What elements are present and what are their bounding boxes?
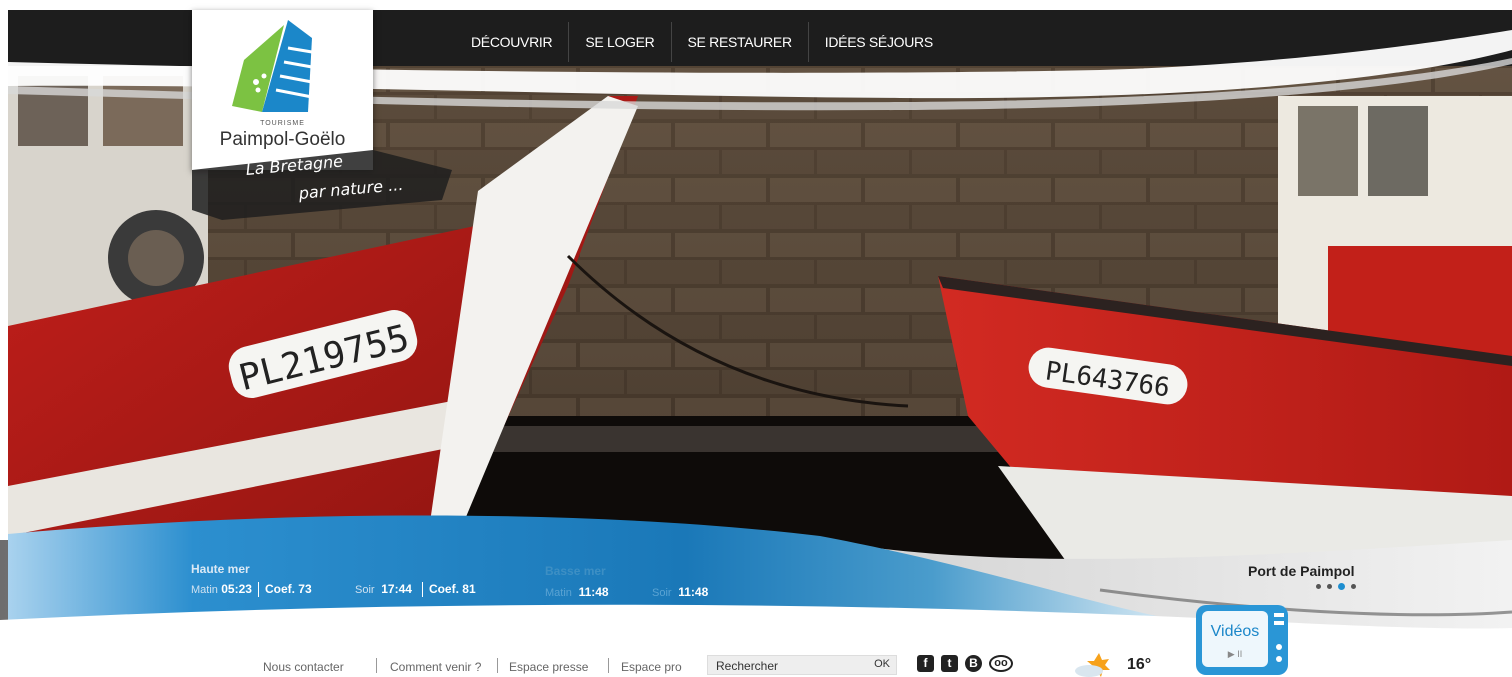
high-tide-evening-time: 17:44 [381,582,412,596]
search-input[interactable] [714,658,868,674]
high-tide-evening-row: Soir 17:44 Coef. 81 [355,582,476,598]
high-tide-row: Matin 05:23 Coef. 73 [191,582,312,598]
slide-dot-4[interactable] [1351,584,1356,589]
slide-caption: Port de Paimpol [1248,563,1355,579]
weather-sun-cloud-icon [1075,653,1110,677]
high-tide-morning-coef: Coef. 73 [264,582,312,596]
nav-item-se-restaurer[interactable]: SE RESTAURER [670,22,808,62]
temperature: 16° [1127,656,1152,673]
link-nous-contacter[interactable]: Nous contacter [263,660,344,674]
separator [376,658,377,673]
videos-label: Vidéos [1210,623,1260,640]
low-tide-evening-time: 11:48 [678,585,709,599]
high-tide-label: Haute mer [191,562,250,576]
link-comment-venir[interactable]: Comment venir ? [390,660,481,674]
twitter-icon[interactable]: t [941,655,958,672]
low-tide-label: Basse mer [545,564,606,578]
separator [257,582,259,598]
logo-sail-icon [232,20,313,112]
nav-item-idees-sejours[interactable]: IDÉES SÉJOURS [807,22,949,62]
search-ok-button[interactable]: OK [874,658,890,670]
high-tide-morning-label: Matin [191,584,218,596]
low-tide-title: Basse mer [545,564,606,578]
logo-tourisme-label: TOURISME [260,120,305,127]
main-navigation: DÉCOUVRIR SE LOGER SE RESTAURER IDÉES SÉ… [455,22,949,62]
search-box: OK [707,655,897,675]
high-tide-evening-label: Soir [355,584,375,596]
facebook-icon[interactable]: f [917,655,934,672]
slide-pagination [1316,583,1356,590]
low-tide-row: Matin 11:48 [545,585,609,599]
blog-icon[interactable]: B [965,655,982,672]
link-espace-presse[interactable]: Espace presse [509,660,588,674]
page: PL219755 PL643766 TOURISME Paimpol-Goëlo… [0,0,1512,677]
site-logo[interactable]: TOURISME Paimpol-Goëlo [192,10,373,170]
logo-name: Paimpol-Goëlo [219,129,346,150]
separator [608,658,609,673]
slide-dot-1[interactable] [1316,584,1321,589]
low-tide-morning-time: 11:48 [578,585,609,599]
high-tide-title: Haute mer [191,562,250,576]
link-espace-pro[interactable]: Espace pro [621,660,682,674]
low-tide-evening-label: Soir [652,587,672,599]
tripadvisor-icon[interactable]: oo [989,655,1013,672]
nav-item-decouvrir[interactable]: DÉCOUVRIR [455,22,568,62]
separator [497,658,498,673]
nav-item-se-loger[interactable]: SE LOGER [568,22,670,62]
high-tide-evening-coef: Coef. 81 [428,582,476,596]
slide-dot-3-active[interactable] [1338,583,1345,590]
low-tide-evening-row: Soir 11:48 [652,585,708,599]
separator [421,582,423,598]
slide-dot-2[interactable] [1327,584,1332,589]
low-tide-morning-label: Matin [545,587,572,599]
high-tide-morning-time: 05:23 [221,582,252,596]
